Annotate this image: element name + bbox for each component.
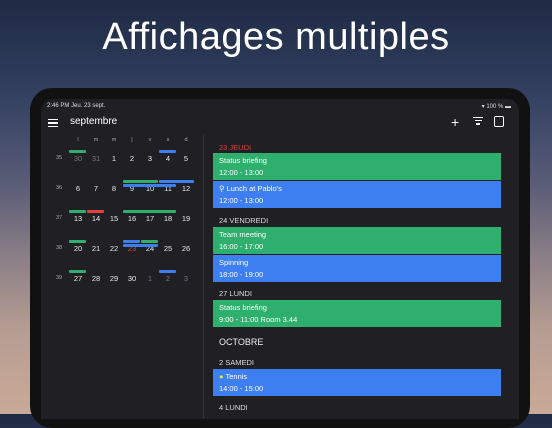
- day-cell[interactable]: 29: [105, 274, 123, 283]
- day-cell[interactable]: 3: [177, 274, 195, 283]
- event-bar: [123, 210, 176, 213]
- day-cell[interactable]: 14: [87, 214, 105, 223]
- day-cell[interactable]: 7: [87, 184, 105, 193]
- weekday-label: d: [184, 137, 188, 143]
- toolbar: septembre +: [41, 111, 519, 135]
- day-cell[interactable]: 6: [69, 184, 87, 193]
- weekday-label: j: [131, 137, 133, 143]
- day-cell[interactable]: 22: [105, 244, 123, 253]
- agenda-day-header: 4 LUNDI: [219, 403, 248, 412]
- agenda-day-header: 2 SAMEDI: [219, 358, 255, 367]
- event-item[interactable]: ⚲ Lunch at Pablo's 12:00 - 13:00: [213, 181, 501, 208]
- event-bar: [159, 150, 176, 153]
- month-grid: l m m j v s d 35 30 31 1 2 3 4 5 36 6 7 8 9 10 11 12 37 13 14 15 16…: [41, 137, 203, 419]
- divider: [203, 135, 204, 419]
- day-cell[interactable]: 30: [69, 154, 87, 163]
- event-item[interactable]: Status briefing 9:00 - 11:00 Room 3.44: [213, 300, 501, 327]
- day-cell[interactable]: 13: [69, 214, 87, 223]
- weekday-label: v: [148, 137, 152, 143]
- week-number: 39: [55, 275, 63, 281]
- day-cell[interactable]: 21: [87, 244, 105, 253]
- event-bar: [123, 180, 158, 183]
- day-cell[interactable]: 18: [159, 214, 177, 223]
- week-number: 35: [55, 155, 63, 161]
- weekday-label: m: [93, 137, 99, 143]
- day-cell[interactable]: 17: [141, 214, 159, 223]
- tennis-ball-icon: ●: [219, 372, 224, 381]
- status-bar: 2:46 PM Jeu. 23 sept. ▾ 100 % ▬: [41, 99, 519, 111]
- day-cell[interactable]: 2: [159, 274, 177, 283]
- status-time: 2:46 PM Jeu. 23 sept.: [47, 103, 106, 109]
- event-item[interactable]: Spinning 18:00 - 19:00: [213, 255, 501, 282]
- day-cell[interactable]: 30: [123, 274, 141, 283]
- week-number: 37: [55, 215, 63, 221]
- weekday-label: m: [111, 137, 117, 143]
- day-cell[interactable]: 3: [141, 154, 159, 163]
- day-cell[interactable]: 19: [177, 214, 195, 223]
- event-bar: [123, 243, 158, 247]
- event-bar: [159, 180, 194, 183]
- month-title[interactable]: septembre: [70, 116, 117, 127]
- day-cell[interactable]: 15: [105, 214, 123, 223]
- week-number: 38: [55, 245, 63, 251]
- agenda-day-header: 23 JEUDI: [219, 143, 252, 152]
- event-item[interactable]: ● Tennis 14:00 - 15:00: [213, 369, 501, 396]
- day-cell[interactable]: 20: [69, 244, 87, 253]
- event-bar: [69, 150, 86, 153]
- fork-icon: ⚲: [219, 184, 225, 193]
- day-cell[interactable]: 27: [69, 274, 87, 283]
- app-screen: 2:46 PM Jeu. 23 sept. ▾ 100 % ▬ septembr…: [41, 99, 519, 419]
- event-bar: [141, 240, 158, 243]
- day-cell[interactable]: 1: [141, 274, 159, 283]
- plus-icon[interactable]: +: [451, 114, 459, 130]
- agenda-month-header: OCTOBRE: [219, 337, 264, 347]
- week-number: 36: [55, 185, 63, 191]
- event-item[interactable]: Status briefing 12:00 - 13:00: [213, 153, 501, 180]
- event-bar: [87, 210, 104, 213]
- event-bar: [159, 270, 176, 273]
- weekday-label: s: [166, 137, 170, 143]
- day-cell[interactable]: 12: [177, 184, 195, 193]
- menu-icon[interactable]: [48, 117, 58, 127]
- day-cell[interactable]: 4: [159, 154, 177, 163]
- weekday-label: l: [77, 137, 79, 143]
- event-bar: [123, 240, 140, 243]
- day-cell[interactable]: 5: [177, 154, 195, 163]
- filter-icon[interactable]: [473, 117, 483, 127]
- event-bar: [69, 240, 86, 243]
- status-battery: ▾ 100 % ▬: [481, 104, 511, 110]
- day-cell[interactable]: 16: [123, 214, 141, 223]
- day-cell[interactable]: 28: [87, 274, 105, 283]
- day-cell[interactable]: 8: [105, 184, 123, 193]
- day-cell[interactable]: 1: [105, 154, 123, 163]
- day-cell[interactable]: 26: [177, 244, 195, 253]
- day-cell[interactable]: 2: [123, 154, 141, 163]
- event-item[interactable]: Team meeting 16:00 - 17:00: [213, 227, 501, 254]
- agenda-day-header: 24 VENDREDI: [219, 216, 269, 225]
- day-cell[interactable]: 25: [159, 244, 177, 253]
- day-cell[interactable]: 31: [87, 154, 105, 163]
- agenda-day-header: 27 LUNDI: [219, 289, 252, 298]
- calendar-icon[interactable]: [494, 116, 504, 127]
- event-bar: [69, 270, 86, 273]
- headline: Affichages multiples: [102, 16, 450, 58]
- event-bar: [123, 183, 176, 187]
- event-bar: [69, 210, 86, 213]
